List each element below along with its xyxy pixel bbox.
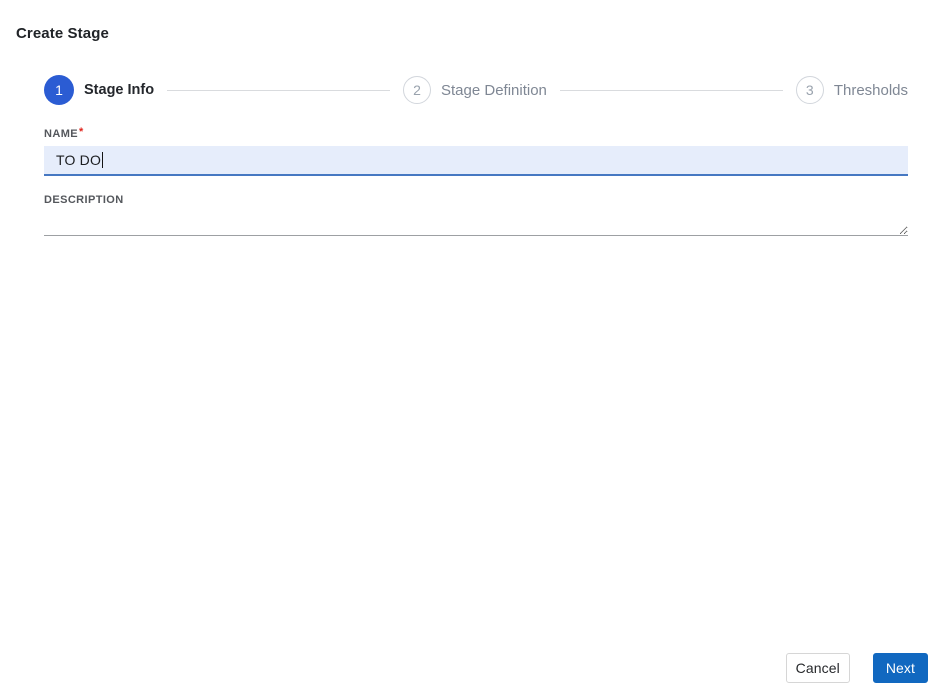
required-asterisk: * (79, 126, 84, 138)
name-input-value: TO DO (56, 152, 102, 168)
text-caret (102, 152, 104, 168)
step-stage-definition[interactable]: 2 Stage Definition (403, 76, 547, 104)
step-stage-info[interactable]: 1 Stage Info (44, 75, 154, 105)
step-2-circle-icon: 2 (403, 76, 431, 104)
step-2-label: Stage Definition (441, 81, 547, 99)
description-input[interactable] (44, 209, 908, 236)
footer-actions: Cancel Next (785, 653, 928, 683)
step-3-circle-icon: 3 (795, 76, 824, 104)
stepper: 1 Stage Info 2 Stage Definition 3 Thresh… (44, 75, 908, 105)
cancel-button[interactable]: Cancel (785, 653, 850, 683)
step-3-label: Thresholds (833, 81, 909, 99)
stepper-connector-1 (167, 89, 390, 91)
description-label: DESCRIPTION (44, 194, 124, 206)
next-button[interactable]: Next (872, 653, 928, 683)
step-1-label: Stage Info (84, 82, 155, 98)
step-thresholds[interactable]: 3 Thresholds (795, 76, 909, 104)
name-input[interactable]: TO DO (44, 146, 908, 176)
step-1-circle-icon: 1 (44, 75, 74, 105)
name-label-text: NAME (44, 128, 78, 140)
name-label: NAME* (44, 126, 84, 140)
page-title: Create Stage (16, 25, 109, 42)
stepper-connector-2 (559, 89, 783, 91)
